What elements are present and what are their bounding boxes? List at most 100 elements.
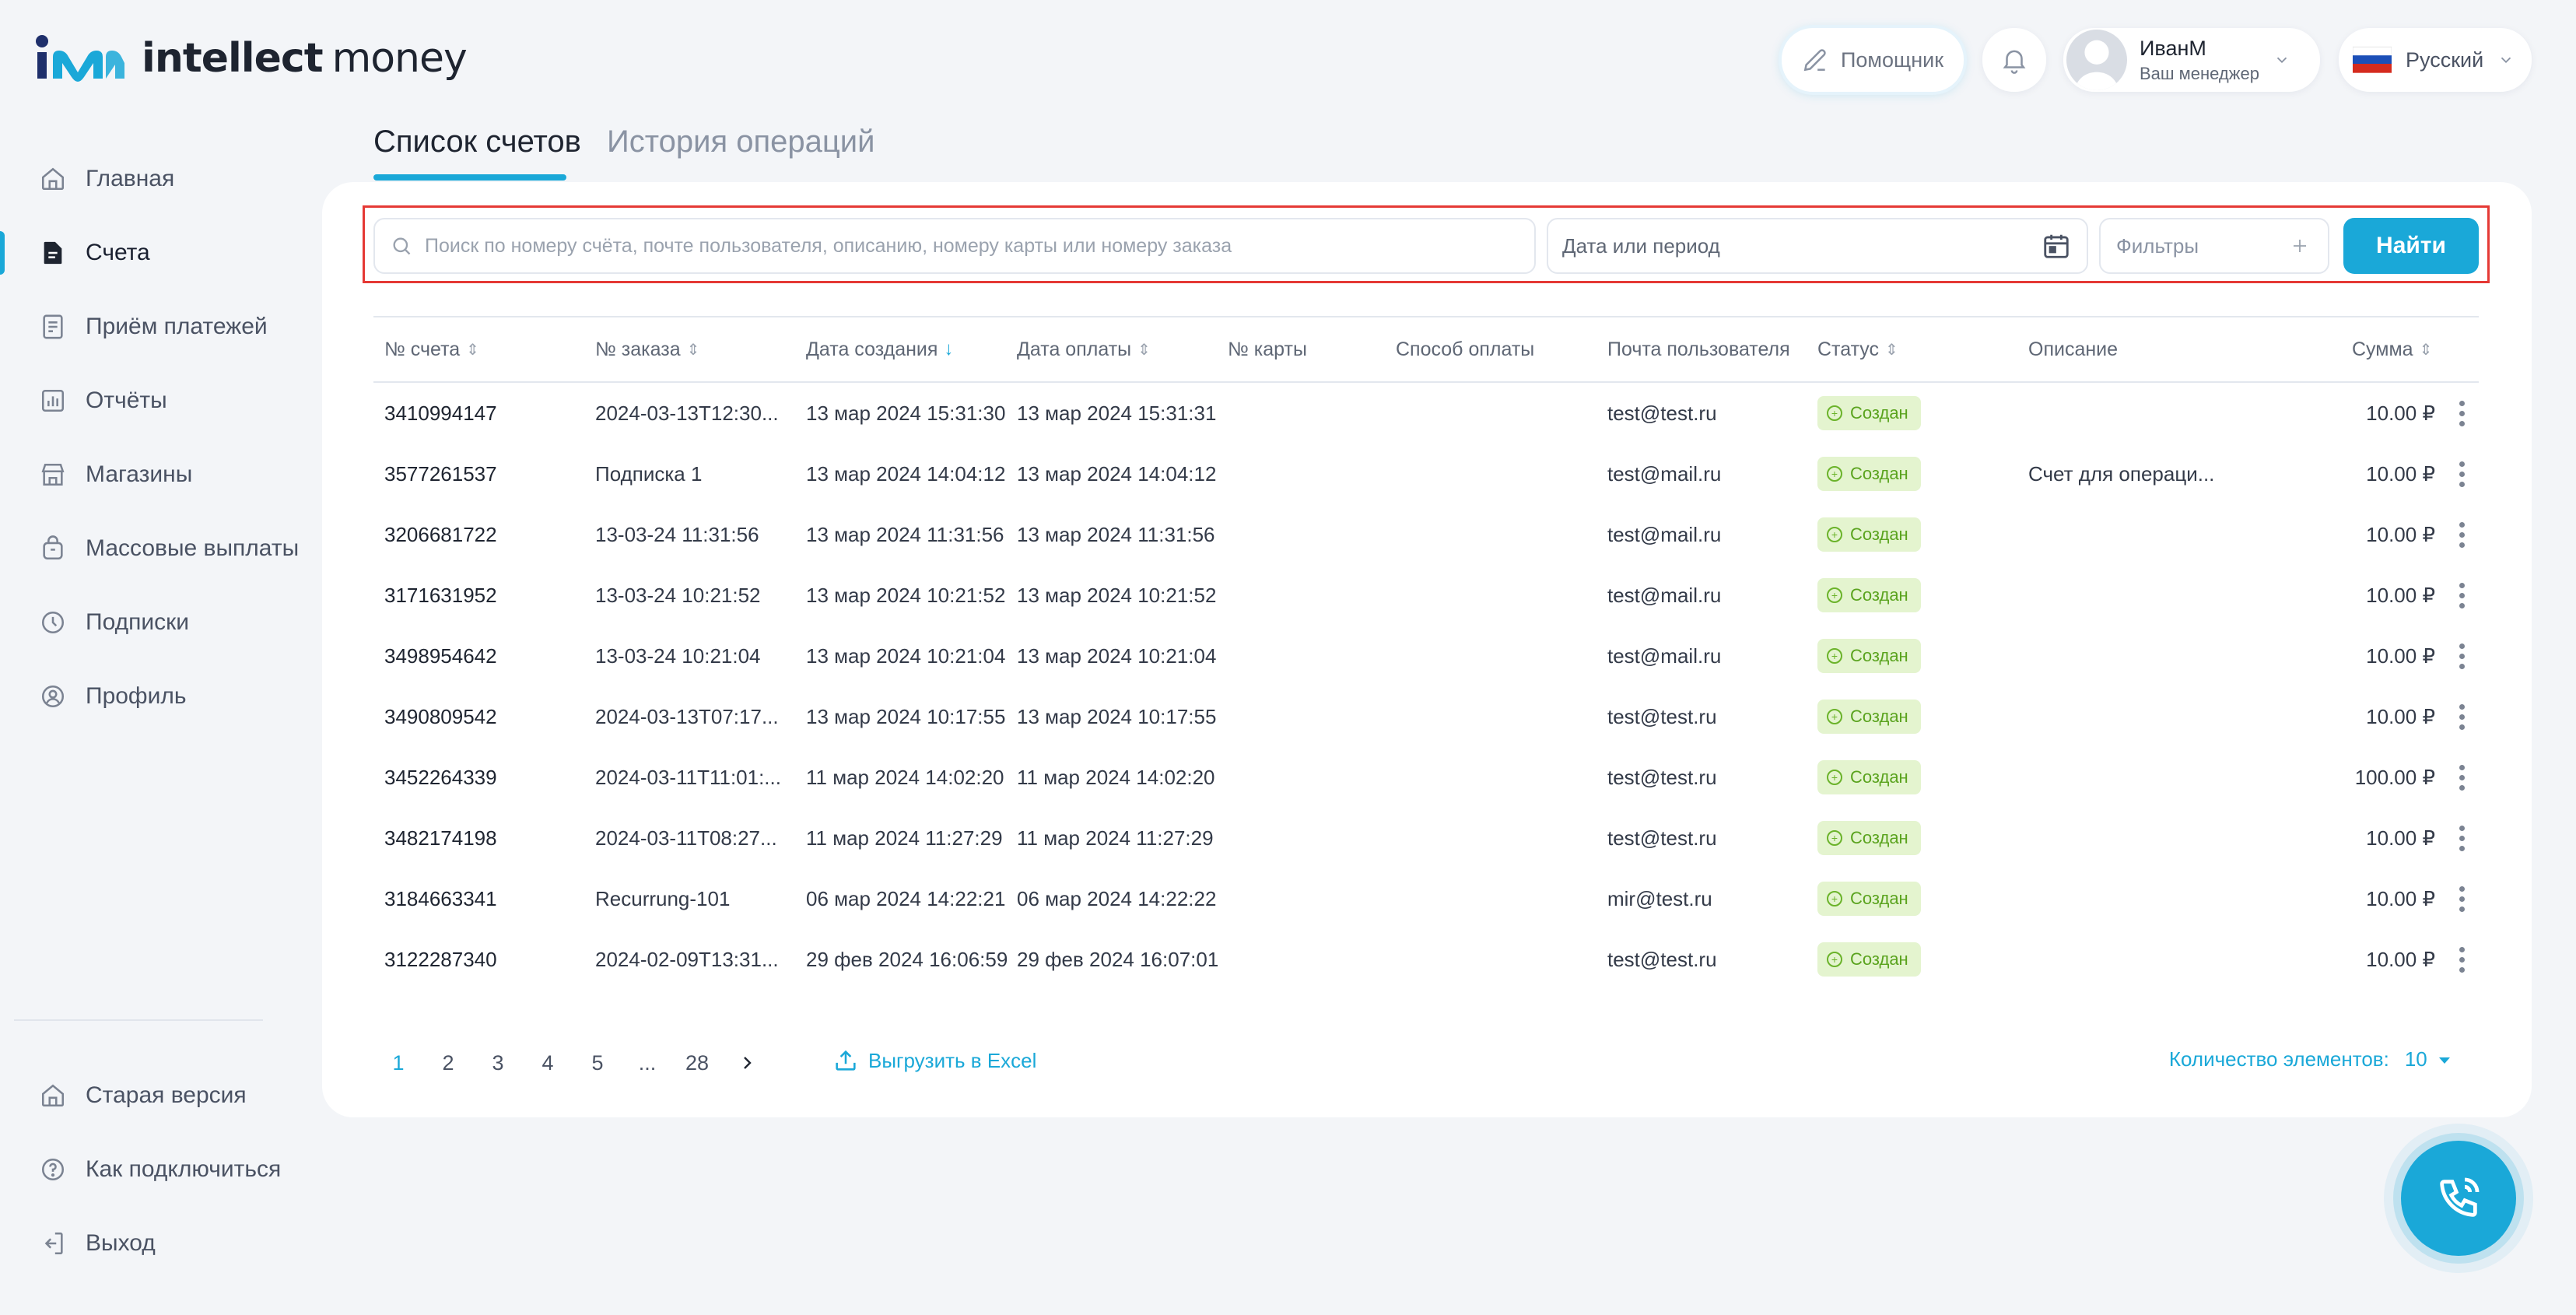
bell-icon	[1999, 45, 2029, 75]
page-link[interactable]: 5	[573, 1051, 622, 1075]
sidebar-item-stores[interactable]: Магазины	[37, 451, 192, 498]
language-selector[interactable]: Русский	[2339, 28, 2532, 92]
cell-user-email: test@mail.ru	[1607, 643, 1722, 668]
sidebar-item-mass-payouts[interactable]: Массовые выплаты	[37, 525, 299, 572]
page-link[interactable]: 4	[523, 1051, 573, 1075]
table-row[interactable]: 3122287340 2024-02-09T13:31... 29 фев 2024…	[373, 929, 2479, 990]
cell-user-email: mir@test.ru	[1607, 886, 1712, 910]
page-link[interactable]: 3	[473, 1051, 523, 1075]
notifications-button[interactable]	[1982, 28, 2046, 92]
items-per-page-label: Количество элементов:	[2168, 1047, 2389, 1071]
intellect-money-logo-icon	[36, 35, 124, 82]
status-text: Создан	[1850, 949, 1908, 969]
sidebar-item-logout[interactable]: Выход	[37, 1220, 156, 1267]
assistant-button[interactable]: Помощник	[1782, 28, 1964, 92]
cell-status: + Создан	[1817, 383, 1921, 444]
cell-created-date: 06 мар 2024 14:22:21	[806, 886, 1006, 910]
cell-paid-date: 29 фев 2024 16:07:01	[1017, 947, 1219, 971]
cell-created-date: 11 мар 2024 14:02:20	[806, 765, 1004, 789]
sort-icon: ⇕	[1885, 341, 1898, 359]
page-link[interactable]: 1	[373, 1051, 423, 1075]
status-text: Создан	[1850, 767, 1908, 787]
table-row[interactable]: 3490809542 2024-03-13T07:17... 13 мар 2024…	[373, 686, 2479, 747]
table-row[interactable]: 3184663341 Recurrung-101 06 мар 2024 14:22…	[373, 868, 2479, 929]
plus-circle-icon: +	[1827, 648, 1842, 664]
cell-amount: 10.00 ₽	[2366, 583, 2435, 607]
cell-description	[2028, 565, 2231, 626]
sidebar-item-label: Приём платежей	[86, 314, 268, 339]
cell-user-email: test@mail.ru	[1607, 583, 1722, 607]
column-header-invoice-number[interactable]: № счета ⇕	[384, 317, 479, 381]
items-per-page-select[interactable]: 10	[2405, 1047, 2452, 1071]
column-header-created-date[interactable]: Дата создания ↓	[806, 317, 953, 381]
assistant-label: Помощник	[1841, 47, 1944, 72]
phone-icon	[2434, 1173, 2483, 1223]
sidebar-item-subscriptions[interactable]: Подписки	[37, 599, 189, 646]
table-row[interactable]: 3577261537 Подписка 1 13 мар 2024 14:04:12…	[373, 444, 2479, 504]
status-badge: + Создан	[1817, 700, 1921, 734]
table-row[interactable]: 3206681722 13-03-24 11:31:56 13 мар 2024 1…	[373, 504, 2479, 565]
status-text: Создан	[1850, 828, 1908, 847]
status-badge: + Создан	[1817, 639, 1921, 673]
tab-operation-history[interactable]: История операций	[607, 124, 874, 160]
column-header-status[interactable]: Статус ⇕	[1817, 317, 1898, 381]
chevron-down-icon	[2273, 51, 2290, 68]
column-header-order-number[interactable]: № заказа ⇕	[595, 317, 699, 381]
plus-circle-icon: +	[1827, 405, 1842, 421]
row-actions-kebab-icon[interactable]	[2454, 626, 2469, 686]
avatar	[2066, 30, 2127, 90]
next-page-button[interactable]	[722, 1054, 772, 1072]
page-link[interactable]: 2	[423, 1051, 473, 1075]
user-menu[interactable]: ИванМ Ваш менеджер	[2063, 28, 2320, 92]
status-badge: + Создан	[1817, 882, 1921, 916]
row-actions-kebab-icon[interactable]	[2454, 747, 2469, 808]
status-text: Создан	[1850, 646, 1908, 665]
document-icon	[37, 237, 68, 268]
call-support-button[interactable]	[2401, 1141, 2516, 1256]
table-row[interactable]: 3410994147 2024-03-13T12:30... 13 мар 2024…	[373, 383, 2479, 444]
table-row[interactable]: 3482174198 2024-03-11T08:27... 11 мар 2024…	[373, 808, 2479, 868]
row-actions-kebab-icon[interactable]	[2454, 868, 2469, 929]
table-row[interactable]: 3498954642 13-03-24 10:21:04 13 мар 2024 1…	[373, 626, 2479, 686]
row-actions-kebab-icon[interactable]	[2454, 929, 2469, 990]
invoices-table: № счета ⇕ № заказа ⇕ Дата создания ↓ Дата о…	[373, 316, 2479, 990]
row-actions-kebab-icon[interactable]	[2454, 686, 2469, 747]
cell-paid-date: 06 мар 2024 14:22:22	[1017, 886, 1217, 910]
cell-amount: 10.00 ₽	[2366, 401, 2435, 425]
sort-desc-icon: ↓	[944, 338, 954, 359]
table-row[interactable]: 3452264339 2024-03-11T11:01:... 11 мар 202…	[373, 747, 2479, 808]
sidebar-item-label: Отчёты	[86, 387, 167, 413]
sidebar-item-home[interactable]: Главная	[37, 156, 174, 202]
sidebar-item-profile[interactable]: Профиль	[37, 673, 187, 720]
row-actions-kebab-icon[interactable]	[2454, 383, 2469, 444]
column-header-amount[interactable]: Сумма ⇕	[2352, 317, 2432, 381]
sort-icon: ⇕	[1137, 341, 1151, 359]
sidebar-item-how-to-connect[interactable]: Как подключиться	[37, 1146, 281, 1193]
row-actions-kebab-icon[interactable]	[2454, 444, 2469, 504]
export-label: Выгрузить в Excel	[868, 1048, 1037, 1072]
table-row[interactable]: 3171631952 13-03-24 10:21:52 13 мар 2024 1…	[373, 565, 2479, 626]
cell-paid-date: 13 мар 2024 10:21:52	[1017, 583, 1217, 607]
cell-description	[2028, 686, 2231, 747]
row-actions-kebab-icon[interactable]	[2454, 808, 2469, 868]
caret-down-icon	[2439, 1057, 2450, 1064]
cell-order-number: 2024-02-09T13:31...	[595, 947, 779, 971]
sidebar-item-invoices[interactable]: Счета	[37, 230, 150, 276]
page-link[interactable]: 28	[672, 1051, 722, 1075]
plus-circle-icon: +	[1827, 587, 1842, 603]
store-icon	[37, 459, 68, 490]
cell-amount: 10.00 ₽	[2366, 826, 2435, 850]
sidebar-item-reports[interactable]: Отчёты	[37, 377, 167, 424]
column-header-paid-date[interactable]: Дата оплаты ⇕	[1017, 317, 1151, 381]
cell-order-number: Подписка 1	[595, 461, 703, 486]
cell-user-email: test@test.ru	[1607, 401, 1717, 425]
tab-invoice-list[interactable]: Список счетов	[373, 124, 581, 160]
row-actions-kebab-icon[interactable]	[2454, 565, 2469, 626]
row-actions-kebab-icon[interactable]	[2454, 504, 2469, 565]
chevron-down-icon	[2497, 51, 2515, 68]
sidebar-item-payments[interactable]: Приём платежей	[37, 303, 268, 350]
brand-logo[interactable]: intellect money	[34, 31, 468, 86]
cell-invoice-number: 3482174198	[384, 826, 497, 850]
sidebar-item-old-version[interactable]: Старая версия	[37, 1072, 247, 1119]
export-excel-button[interactable]: Выгрузить в Excel	[832, 1047, 1036, 1074]
